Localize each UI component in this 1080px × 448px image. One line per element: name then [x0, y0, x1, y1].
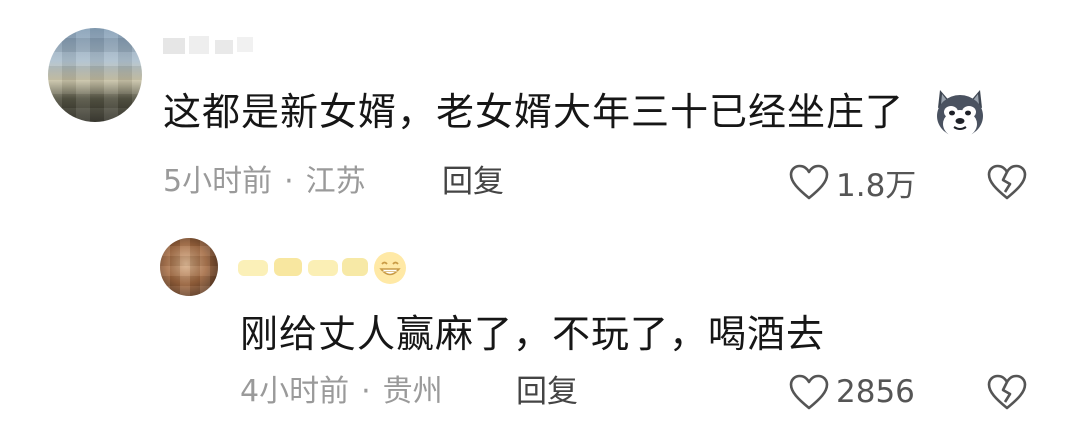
- timestamp: 5小时前: [163, 164, 273, 199]
- location: 江苏: [305, 164, 366, 199]
- reply-button[interactable]: 回复: [516, 370, 578, 414]
- like-button[interactable]: 1.8万: [788, 160, 916, 204]
- like-count: 2856: [836, 374, 915, 410]
- separator: ·: [361, 374, 371, 409]
- grinning-face-emoji: [374, 252, 406, 284]
- heart-icon: [789, 164, 829, 200]
- username-blurred[interactable]: [163, 34, 263, 58]
- like-button[interactable]: 2856: [788, 370, 915, 414]
- comment-text: 刚给丈人赢麻了，不玩了，喝酒去: [240, 312, 826, 356]
- location: 贵州: [382, 374, 443, 409]
- reply-item: 刚给丈人赢麻了，不玩了，喝酒去 4小时前 · 贵州 回复 2856: [0, 230, 1080, 448]
- comment-meta: 4小时前 · 贵州: [240, 370, 443, 414]
- timestamp: 4小时前: [240, 374, 350, 409]
- avatar[interactable]: [48, 28, 142, 122]
- husky-dog-emoji: [937, 90, 983, 138]
- username-blurred[interactable]: [238, 252, 378, 282]
- reply-button[interactable]: 回复: [442, 160, 504, 204]
- comment-item: 这都是新女婿，老女婿大年三十已经坐庄了 5小时前 · 江苏 回复 1.8万: [0, 0, 1080, 230]
- separator: ·: [284, 164, 294, 199]
- broken-heart-icon[interactable]: [986, 163, 1028, 201]
- broken-heart-icon[interactable]: [986, 373, 1028, 411]
- comment-meta: 5小时前 · 江苏: [163, 160, 366, 204]
- avatar[interactable]: [160, 238, 218, 296]
- comment-text: 这都是新女婿，老女婿大年三十已经坐庄了: [163, 90, 905, 134]
- heart-icon: [789, 374, 829, 410]
- like-count: 1.8万: [836, 167, 917, 204]
